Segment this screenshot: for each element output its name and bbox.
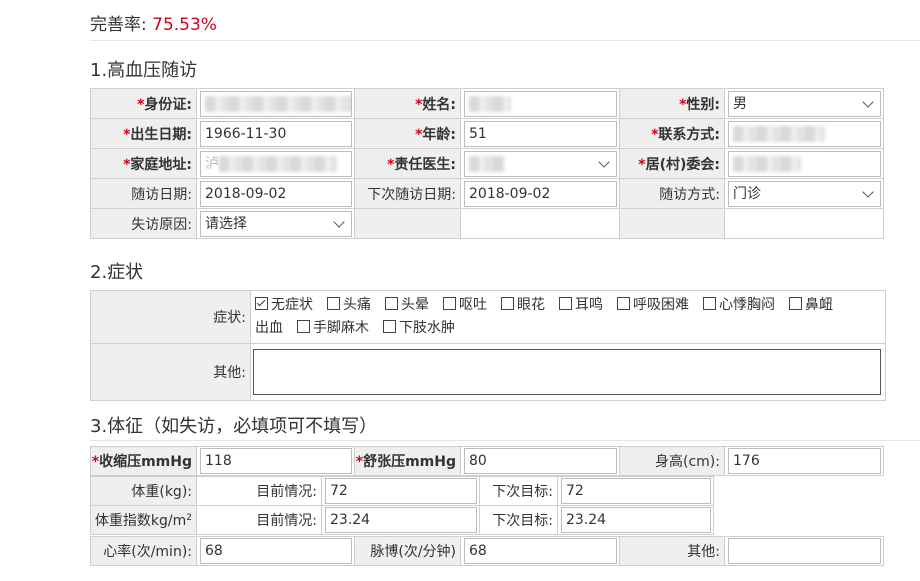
bmi-target-input[interactable]: 23.24 xyxy=(561,507,711,533)
checkbox-icon xyxy=(297,320,310,333)
dob-input[interactable]: 1966-11-30 xyxy=(200,120,352,147)
divider xyxy=(90,440,920,441)
divider xyxy=(90,40,920,41)
bmi-target-label: 下次目标: xyxy=(479,505,558,535)
age-input[interactable]: 51 xyxy=(464,120,617,147)
checkbox-icon xyxy=(559,297,572,310)
checkbox-icon xyxy=(703,297,716,310)
age-label: *年龄: xyxy=(354,118,461,149)
address-input[interactable]: 泸 xyxy=(200,150,352,177)
symptom-checkbox-vomiting[interactable]: 呕吐 xyxy=(443,294,487,317)
symptom-checkbox-numbness[interactable]: 手脚麻木 xyxy=(297,317,369,340)
doctor-select[interactable] xyxy=(464,150,617,177)
weight-bmi-table: 体重(kg): 目前情况: 72 下次目标: 72 体重指数kg/m2 目前情况… xyxy=(90,476,714,535)
section-title-vitals: 3.体征（如失访，必填项可不填写） xyxy=(90,416,378,437)
diastolic-input[interactable]: 80 xyxy=(464,448,617,474)
chevron-down-icon xyxy=(862,185,874,198)
completion-label: 完善率: xyxy=(90,15,147,35)
contact-label: *联系方式: xyxy=(619,118,725,149)
lost-reason-select[interactable]: 请选择 xyxy=(200,210,352,237)
diastolic-label: *舒张压mmHg xyxy=(354,446,461,476)
heart-rate-table: 心率(次/min): 68 脉博(次/分钟) 68 其他: xyxy=(90,536,884,566)
next-visit-input[interactable]: 2018-09-02 xyxy=(464,180,617,207)
checkbox-icon xyxy=(789,297,802,310)
heart-rate-input[interactable]: 68 xyxy=(200,538,352,564)
completion-value: 75.53% xyxy=(152,15,217,35)
gender-select[interactable]: 男 xyxy=(728,90,881,117)
completion-rate: 完善率: 75.53% xyxy=(90,10,217,35)
checkbox-icon xyxy=(385,297,398,310)
empty-cell xyxy=(354,208,461,239)
height-label: 身高(cm): xyxy=(619,446,725,476)
systolic-label: *收缩压mmHg xyxy=(90,446,197,476)
symptom-checkbox-palpitation[interactable]: 心悸胸闷 xyxy=(703,294,775,317)
symptom-checkbox-epistaxis[interactable]: 鼻衄 xyxy=(789,297,833,313)
other-vitals-label: 其他: xyxy=(619,536,725,566)
committee-label: *居(村)委会: xyxy=(619,148,725,179)
contact-input[interactable] xyxy=(728,120,881,147)
id-card-label: *身份证: xyxy=(90,88,197,119)
symptom-checkbox-edema[interactable]: 下肢水肿 xyxy=(383,317,455,340)
checkbox-icon xyxy=(443,297,456,310)
checkbox-icon xyxy=(501,297,514,310)
symptom-checkbox-headache[interactable]: 头痛 xyxy=(327,294,371,317)
other-symptoms-textarea[interactable] xyxy=(253,349,881,395)
committee-input[interactable] xyxy=(728,150,881,177)
visit-method-select[interactable]: 门诊 xyxy=(728,180,881,207)
bmi-label: 体重指数kg/m2 xyxy=(90,505,197,535)
weight-current-label: 目前情况: xyxy=(196,476,322,506)
symptoms-label: 症状: xyxy=(90,290,251,344)
section-title-symptoms: 2.症状 xyxy=(90,262,144,283)
weight-current-input[interactable]: 72 xyxy=(325,478,477,504)
visit-date-input[interactable]: 2018-09-02 xyxy=(200,180,352,207)
empty-cell xyxy=(724,208,884,239)
checkbox-icon xyxy=(617,297,630,310)
dob-label: *出生日期: xyxy=(90,118,197,149)
bmi-current-label: 目前情况: xyxy=(196,505,322,535)
symptom-checkbox-dyspnea[interactable]: 呼吸困难 xyxy=(617,294,689,317)
weight-target-label: 下次目标: xyxy=(479,476,558,506)
pulse-label: 脉博(次/分钟) xyxy=(354,536,461,566)
address-label: *家庭地址: xyxy=(90,148,197,179)
checkbox-checked-icon xyxy=(255,297,268,310)
symptom-checkbox-none[interactable]: 无症状 xyxy=(255,294,313,317)
chevron-down-icon xyxy=(598,155,610,168)
weight-label: 体重(kg): xyxy=(90,476,197,506)
symptom-checkbox-dizziness[interactable]: 头晕 xyxy=(385,294,429,317)
symptom-checkbox-blurred-vision[interactable]: 眼花 xyxy=(501,294,545,317)
heart-rate-label: 心率(次/min): xyxy=(90,536,197,566)
weight-target-input[interactable]: 72 xyxy=(561,478,711,504)
visit-method-label: 随访方式: xyxy=(619,178,725,209)
visit-date-label: 随访日期: xyxy=(90,178,197,209)
chevron-down-icon xyxy=(862,95,874,108)
symptom-checkbox-bleeding: 出血 xyxy=(255,320,283,336)
chevron-down-icon xyxy=(333,215,345,228)
other-symptoms-label: 其他: xyxy=(90,343,251,401)
symptom-checkbox-tinnitus[interactable]: 耳鸣 xyxy=(559,294,603,317)
other-vitals-input[interactable] xyxy=(728,538,881,564)
name-label: *姓名: xyxy=(354,88,461,119)
gender-label: *性别: xyxy=(619,88,725,119)
height-input[interactable]: 176 xyxy=(728,448,881,474)
basic-info-table: *身份证: *姓名: *性别: 男 *出生日期: 1966-11-30 *年龄:… xyxy=(90,88,884,239)
checkbox-icon xyxy=(383,320,396,333)
doctor-label: *责任医生: xyxy=(354,148,461,179)
symptoms-table: 症状: 无症状 头痛 头晕 呕吐 眼花 耳鸣 呼吸困难 心悸胸闷 鼻衄出血 手脚麻木 下肢水肿 其他… xyxy=(90,290,886,401)
empty-cell xyxy=(619,208,725,239)
bmi-current-input[interactable]: 23.24 xyxy=(325,507,477,533)
symptoms-checkbox-group: 无症状 头痛 头晕 呕吐 眼花 耳鸣 呼吸困难 心悸胸闷 鼻衄出血 手脚麻木 下肢水肿 xyxy=(250,290,886,344)
empty-cell xyxy=(460,208,620,239)
id-card-input[interactable] xyxy=(200,90,352,117)
pulse-input[interactable]: 68 xyxy=(464,538,617,564)
name-input[interactable] xyxy=(464,90,617,117)
section-title-followup: 1.高血压随访 xyxy=(90,60,198,81)
lost-reason-label: 失访原因: xyxy=(90,208,197,239)
checkbox-icon xyxy=(327,297,340,310)
systolic-input[interactable]: 118 xyxy=(200,448,352,474)
vitals-table: *收缩压mmHg 118 *舒张压mmHg 80 身高(cm): 176 xyxy=(90,446,884,476)
next-visit-label: 下次随访日期: xyxy=(354,178,461,209)
